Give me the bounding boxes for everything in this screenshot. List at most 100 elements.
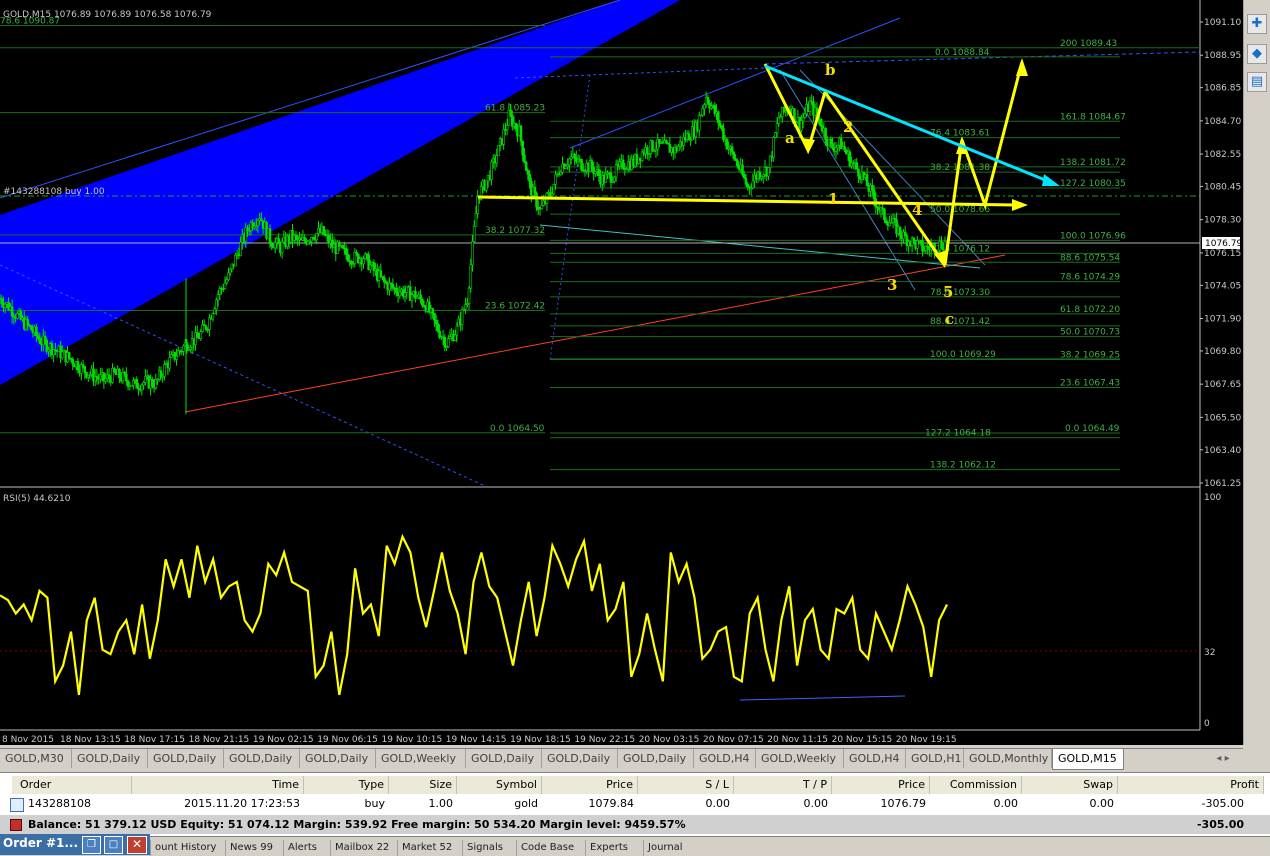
col-price[interactable]: Price <box>542 776 638 794</box>
candle-body <box>223 282 227 290</box>
candle-body <box>215 299 218 310</box>
col-price2[interactable]: Price <box>832 776 930 794</box>
navigator-icon[interactable]: ◆ <box>1247 44 1267 64</box>
neckline-arrow-head <box>1012 199 1028 211</box>
time-tick-label: 20 Nov 07:15 <box>703 735 764 745</box>
balance-profit: -305.00 <box>1196 818 1244 831</box>
chart-tab[interactable]: GOLD,H4 <box>694 749 756 768</box>
fib-level-label: 138.2 1062.12 <box>930 461 996 471</box>
fib-level-label: 23.6 1067.43 <box>1060 379 1120 389</box>
restore-icon[interactable]: ❐ <box>82 836 101 854</box>
col-symbol[interactable]: Symbol <box>457 776 542 794</box>
candle-body <box>554 174 557 185</box>
chart-tab[interactable]: GOLD,Daily <box>542 749 618 768</box>
order-tp: 0.00 <box>803 797 829 810</box>
candle-body <box>528 173 531 182</box>
candle-body <box>140 384 144 391</box>
candle-body <box>419 294 422 300</box>
tab-scroll-arrows[interactable]: ◂ ▸ <box>1205 749 1241 768</box>
fib-level-label: 61.8 1085.23 <box>485 104 545 114</box>
candle-body <box>618 161 621 167</box>
candle-body <box>448 336 452 340</box>
candle-body <box>803 113 807 118</box>
terminal-tab[interactable]: ount History <box>150 840 216 856</box>
order-window-minimized[interactable]: Order #1... ❐ □ ✕ <box>0 834 150 855</box>
candle-body <box>718 122 722 126</box>
candle-body <box>604 173 608 183</box>
candle-body <box>225 279 229 284</box>
order-time: 2015.11.20 17:23:53 <box>184 797 300 810</box>
order-window-title: Order #1... <box>3 836 79 850</box>
chart-tab[interactable]: GOLD,M30 <box>0 749 72 768</box>
close-icon[interactable]: ✕ <box>127 836 147 854</box>
terminal-tab[interactable]: Signals <box>462 840 503 856</box>
chart-tab[interactable]: GOLD,M15 <box>1052 749 1124 770</box>
chart-tab[interactable]: GOLD,Weekly <box>756 749 844 768</box>
terminal-tab[interactable]: Experts <box>585 840 628 856</box>
terminal-tab[interactable]: Code Base <box>516 840 574 856</box>
col-swap[interactable]: Swap <box>1022 776 1118 794</box>
fib-level-label: 88.6 1075.54 <box>1060 253 1120 263</box>
time-tick-label: 18 Nov 17:15 <box>124 735 185 745</box>
candle-body <box>131 380 135 386</box>
price-chart[interactable]: 78.6 1090.87200 1089.430.0 1088.8461.8 1… <box>0 0 1243 745</box>
candle-body <box>768 155 772 168</box>
candle-body <box>824 128 827 140</box>
balance-text: Balance: 51 379.12 USD Equity: 51 074.12… <box>28 818 686 831</box>
wave-label-b: b <box>825 61 836 79</box>
fib-level-label: 38.2 1077.32 <box>485 226 545 236</box>
candle-body <box>443 337 447 348</box>
order-row[interactable]: 143288108 2015.11.20 17:23:53 buy 1.00 g… <box>0 794 1270 814</box>
chart-tab[interactable]: GOLD,Daily <box>224 749 300 768</box>
candle-body <box>211 313 215 320</box>
candle-body <box>472 225 476 242</box>
candle-body <box>208 317 211 330</box>
wave-label-2: 2 <box>843 118 853 136</box>
time-tick-label: 20 Nov 11:15 <box>767 735 828 745</box>
chart-tab[interactable]: GOLD,Daily <box>466 749 542 768</box>
candle-body <box>730 146 734 153</box>
fib-level-label: 100.0 1069.29 <box>930 350 996 360</box>
price-tick-label: 1076.15 <box>1204 249 1241 259</box>
chart-tab[interactable]: GOLD,Monthly <box>964 749 1052 768</box>
fib-level-label: 78.6 1073.30 <box>930 288 990 298</box>
candle-body <box>273 242 277 249</box>
candle-body <box>199 331 203 339</box>
candle-body <box>940 241 943 249</box>
col-profit[interactable]: Profit <box>1118 776 1264 794</box>
chart-tab[interactable]: GOLD,H1 <box>906 749 964 768</box>
terminal-tab[interactable]: Journal <box>643 840 683 856</box>
candle-body <box>434 319 438 325</box>
terminal-tab[interactable]: Alerts <box>283 840 317 856</box>
candle-body <box>703 104 706 109</box>
candle-body <box>614 164 618 178</box>
chart-tab[interactable]: GOLD,H4 <box>844 749 906 768</box>
candle-body <box>943 241 947 251</box>
col-time[interactable]: Time <box>132 776 304 794</box>
terminal-tab[interactable]: News 99 <box>225 840 273 856</box>
col-order[interactable]: Order <box>12 776 132 794</box>
candle-body <box>651 140 654 151</box>
col-tp[interactable]: T / P <box>734 776 832 794</box>
candle-body <box>446 338 450 348</box>
maximize-icon[interactable]: □ <box>104 836 123 854</box>
candle-body <box>526 170 530 175</box>
fib-level-label: 138.2 1081.72 <box>1060 158 1126 168</box>
chart-tab[interactable]: GOLD,Daily <box>618 749 694 768</box>
col-commission[interactable]: Commission <box>930 776 1022 794</box>
chart-tab[interactable]: GOLD,Weekly <box>376 749 466 768</box>
terminal-icon[interactable]: ▤ <box>1247 72 1267 92</box>
candle-body <box>921 240 924 252</box>
terminal-tab[interactable]: Market 52 <box>397 840 452 856</box>
col-type[interactable]: Type <box>304 776 389 794</box>
chart-tab[interactable]: GOLD,Daily <box>148 749 224 768</box>
new-order-icon[interactable]: ✚ <box>1247 14 1267 34</box>
col-sl[interactable]: S / L <box>638 776 734 794</box>
chart-area[interactable]: 78.6 1090.87 200 1089.43 0.0 1088.84 61.8 1… <box>0 0 1243 745</box>
channel-line-lower <box>539 224 981 269</box>
chart-tab[interactable]: GOLD,Daily <box>300 749 376 768</box>
col-size[interactable]: Size <box>389 776 457 794</box>
terminal-tab[interactable]: Mailbox 22 <box>330 840 389 856</box>
order-price: 1079.84 <box>588 797 635 810</box>
chart-tab[interactable]: GOLD,Daily <box>72 749 148 768</box>
